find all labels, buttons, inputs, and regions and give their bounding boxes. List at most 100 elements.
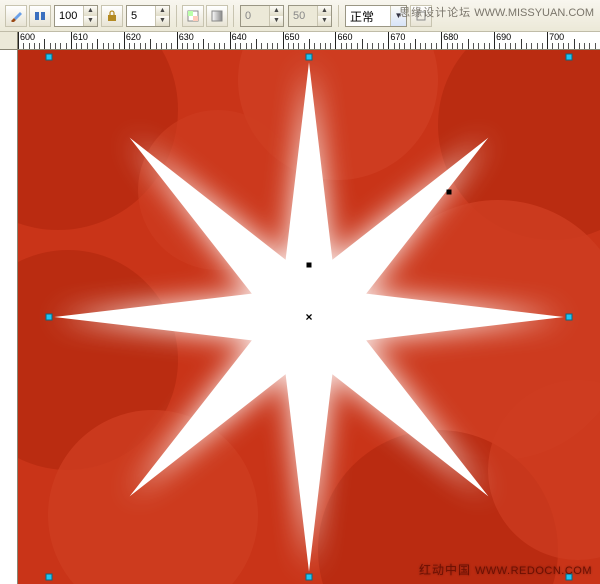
opacity-value: 100 bbox=[55, 10, 83, 22]
ruler-tick-minor bbox=[595, 43, 596, 49]
ruler-tick-minor bbox=[60, 43, 61, 49]
ruler-corner bbox=[0, 32, 18, 50]
ruler-tick-minor bbox=[457, 43, 458, 49]
ruler-tick-minor bbox=[224, 43, 225, 49]
watermark-bottom-cn: 红动中国 bbox=[419, 563, 471, 577]
ruler-tick-minor bbox=[314, 43, 315, 49]
ruler-tick-minor bbox=[484, 43, 485, 49]
ruler-tick-minor bbox=[39, 43, 40, 49]
ruler-tick-minor bbox=[325, 43, 326, 49]
ruler-tick-major bbox=[388, 32, 389, 50]
ruler-tick-major bbox=[124, 32, 125, 50]
ruler-label: 650 bbox=[285, 32, 300, 42]
ruler-tick-minor bbox=[404, 43, 405, 49]
ruler-tick-major bbox=[177, 32, 178, 50]
blend-mode-select[interactable]: 正常 ▼ bbox=[345, 5, 407, 27]
ruler-label: 640 bbox=[232, 32, 247, 42]
ruler-tick-minor bbox=[108, 43, 109, 49]
star-shape[interactable] bbox=[49, 57, 569, 577]
gradient-preview-icon[interactable] bbox=[206, 5, 228, 27]
ruler-tick-minor bbox=[563, 43, 564, 49]
lock-icon[interactable] bbox=[101, 5, 123, 27]
ruler-tick-minor bbox=[140, 43, 141, 49]
brush-tool-icon[interactable] bbox=[5, 5, 27, 27]
tolerance-value: 5 bbox=[127, 10, 155, 22]
mirror-tool-icon[interactable] bbox=[29, 5, 51, 27]
ruler-label: 670 bbox=[390, 32, 405, 42]
ruler-tick-minor bbox=[515, 43, 516, 49]
param3-stepper: ▲▼ bbox=[269, 6, 283, 26]
ruler-tick-minor bbox=[145, 43, 146, 49]
ruler-tick-major bbox=[230, 32, 231, 50]
step-up-icon: ▲ bbox=[318, 6, 331, 16]
ruler-tick-minor bbox=[76, 43, 77, 49]
ruler-label: 630 bbox=[179, 32, 194, 42]
ruler-tick-minor bbox=[510, 43, 511, 49]
ruler-label: 690 bbox=[496, 32, 511, 42]
ruler-tick-minor bbox=[66, 43, 67, 49]
ruler-tick-minor bbox=[161, 43, 162, 49]
ruler-tick-minor bbox=[531, 43, 532, 49]
ruler-tick-minor bbox=[219, 43, 220, 49]
tolerance-stepper[interactable]: ▲▼ bbox=[155, 6, 169, 26]
step-up-icon[interactable]: ▲ bbox=[156, 6, 169, 16]
ruler-tick-minor bbox=[272, 43, 273, 49]
step-down-icon[interactable]: ▼ bbox=[156, 16, 169, 26]
ruler-tick-minor bbox=[473, 43, 474, 49]
ruler-tick-mid bbox=[309, 39, 310, 49]
fill-preview-icon[interactable] bbox=[182, 5, 204, 27]
toolbar-separator bbox=[233, 5, 234, 27]
ruler-label: 700 bbox=[549, 32, 564, 42]
ruler-tick-minor bbox=[171, 43, 172, 49]
param3-field: 0 ▲▼ bbox=[240, 5, 284, 27]
ruler-vertical[interactable] bbox=[0, 32, 18, 584]
ruler-tick-minor bbox=[92, 43, 93, 49]
ruler-tick-mid bbox=[256, 39, 257, 49]
opacity-stepper[interactable]: ▲▼ bbox=[83, 6, 97, 26]
ruler-tick-minor bbox=[489, 43, 490, 49]
ruler-tick-minor bbox=[235, 43, 236, 49]
param4-value: 50 bbox=[289, 10, 317, 22]
ruler-tick-minor bbox=[341, 43, 342, 49]
ruler-tick-minor bbox=[478, 43, 479, 49]
ruler-tick-minor bbox=[50, 43, 51, 49]
ruler-tick-minor bbox=[34, 43, 35, 49]
tolerance-field[interactable]: 5 ▲▼ bbox=[126, 5, 170, 27]
ruler-tick-minor bbox=[579, 43, 580, 49]
ruler-tick-minor bbox=[119, 43, 120, 49]
canvas[interactable]: × 红动中国 WWW.REDOCN.COM bbox=[18, 50, 600, 584]
param3-value: 0 bbox=[241, 10, 269, 22]
ruler-tick-minor bbox=[447, 43, 448, 49]
ruler-tick-major bbox=[335, 32, 336, 50]
ruler-tick-minor bbox=[542, 43, 543, 49]
ruler-tick-minor bbox=[425, 43, 426, 49]
ruler-horizontal[interactable]: 600610620630640650660670680690700710 bbox=[18, 32, 600, 50]
ruler-tick-minor bbox=[113, 43, 114, 49]
ruler-tick-mid bbox=[44, 39, 45, 49]
ruler-tick-mid bbox=[468, 39, 469, 49]
ruler-tick-minor bbox=[29, 43, 30, 49]
star-polygon bbox=[54, 62, 564, 572]
ruler-tick-minor bbox=[103, 43, 104, 49]
ruler-tick-mid bbox=[521, 39, 522, 49]
ruler-label: 620 bbox=[126, 32, 141, 42]
param4-field: 50 ▲▼ bbox=[288, 5, 332, 27]
ruler-tick-minor bbox=[462, 43, 463, 49]
watermark-top: 思缘设计论坛 WWW.MISSYUAN.COM bbox=[399, 4, 594, 20]
ruler-tick-minor bbox=[304, 43, 305, 49]
ruler-tick-major bbox=[441, 32, 442, 50]
ruler-tick-mid bbox=[574, 39, 575, 49]
step-down-icon[interactable]: ▼ bbox=[84, 16, 97, 26]
ruler-tick-minor bbox=[568, 43, 569, 49]
ruler-tick-minor bbox=[589, 43, 590, 49]
watermark-bottom: 红动中国 WWW.REDOCN.COM bbox=[419, 561, 592, 578]
ruler-tick-minor bbox=[410, 43, 411, 49]
step-up-icon[interactable]: ▲ bbox=[84, 6, 97, 16]
ruler-tick-minor bbox=[357, 43, 358, 49]
ruler-tick-minor bbox=[293, 43, 294, 49]
toolbar-separator bbox=[338, 5, 339, 27]
ruler-tick-minor bbox=[23, 43, 24, 49]
opacity-field[interactable]: 100 ▲▼ bbox=[54, 5, 98, 27]
ruler-tick-minor bbox=[420, 43, 421, 49]
ruler-tick-major bbox=[494, 32, 495, 50]
